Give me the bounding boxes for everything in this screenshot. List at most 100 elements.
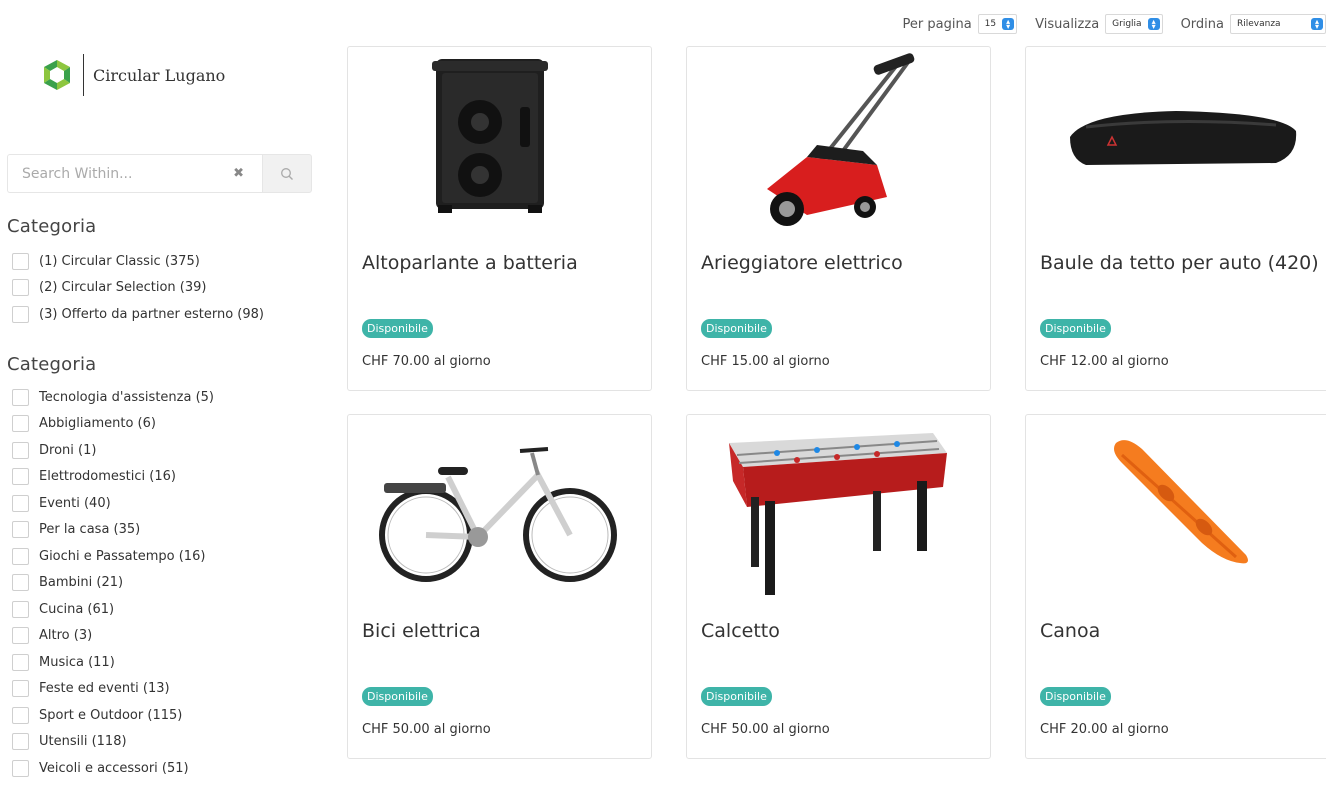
filter-option-label: Sport e Outdoor (115) [39, 707, 183, 723]
filter-option[interactable]: Abbigliamento (6) [12, 411, 214, 438]
product-card[interactable]: Altoparlante a batteria Disponibile CHF … [347, 46, 652, 391]
sort-select[interactable]: Rilevanza ▴ ▾ [1230, 14, 1326, 34]
filter-option[interactable]: Veicoli e accessori (51) [12, 755, 214, 782]
select-caret-icon: ▴ ▾ [1147, 18, 1160, 31]
product-title[interactable]: Baule da tetto per auto (420) [1040, 252, 1319, 274]
search-button[interactable] [262, 154, 312, 193]
checkbox[interactable] [12, 468, 29, 486]
view-value: Griglia [1112, 19, 1142, 29]
product-title[interactable]: Canoa [1040, 620, 1100, 642]
search-within: Search Within... ✖ [7, 154, 312, 193]
checkbox[interactable] [12, 574, 29, 592]
clear-icon[interactable]: ✖ [233, 166, 244, 181]
per-page-select[interactable]: 15 ▴ ▾ [977, 14, 1018, 34]
filter-option[interactable]: Musica (11) [12, 649, 214, 676]
filter-option[interactable]: Giochi e Passatempo (16) [12, 543, 214, 570]
product-card[interactable]: Bici elettrica Disponibile CHF 50.00 al … [347, 414, 652, 759]
filter-option-label: Altro (3) [39, 628, 93, 644]
status-badge: Disponibile [701, 687, 772, 706]
filter-option[interactable]: Altro (3) [12, 623, 214, 650]
logo-divider [83, 54, 84, 96]
e-bike-image [379, 447, 617, 582]
product-price: CHF 15.00 al giorno [701, 354, 830, 369]
filter-heading: Categoria [7, 216, 97, 237]
per-page-label: Per pagina [902, 16, 972, 32]
checkbox[interactable] [12, 600, 29, 618]
status-badge: Disponibile [1040, 319, 1111, 338]
product-title[interactable]: Calcetto [701, 620, 780, 642]
filter-option[interactable]: Per la casa (35) [12, 517, 214, 544]
checkbox[interactable] [12, 547, 29, 565]
product-card[interactable]: Canoa Disponibile CHF 20.00 al giorno [1025, 414, 1326, 759]
status-badge: Disponibile [362, 687, 433, 706]
checkbox[interactable] [12, 706, 29, 724]
filter-heading: Categoria [7, 354, 97, 375]
checkbox[interactable] [12, 521, 29, 539]
sort-label: Ordina [1180, 16, 1224, 32]
filter-option[interactable]: Droni (1) [12, 437, 214, 464]
lawn-scarifier-image [767, 53, 915, 226]
filter-option-label: Droni (1) [39, 442, 97, 458]
checkbox[interactable] [12, 759, 29, 777]
filter-option[interactable]: (2) Circular Selection (39) [12, 275, 264, 302]
checkbox[interactable] [12, 441, 29, 459]
checkbox[interactable] [12, 627, 29, 645]
filter-option-label: Feste ed eventi (13) [39, 681, 170, 697]
filter-option[interactable]: Eventi (40) [12, 490, 214, 517]
brand-logo[interactable]: Circular Lugano [40, 54, 225, 96]
filter-option-label: Elettrodomestici (16) [39, 469, 176, 485]
per-page-value: 15 [984, 19, 997, 29]
view-select[interactable]: Griglia ▴ ▾ [1105, 14, 1163, 34]
filter-list: (1) Circular Classic (375) (2) Circular … [12, 248, 264, 328]
product-price: CHF 70.00 al giorno [362, 354, 491, 369]
checkbox[interactable] [12, 415, 29, 433]
checkbox[interactable] [12, 279, 29, 297]
filter-option-label: Giochi e Passatempo (16) [39, 548, 206, 564]
speaker-image [432, 59, 548, 213]
filter-option[interactable]: Cucina (61) [12, 596, 214, 623]
filter-option-label: Veicoli e accessori (51) [39, 760, 189, 776]
checkbox[interactable] [12, 494, 29, 512]
product-card[interactable]: Baule da tetto per auto (420) Disponibil… [1025, 46, 1326, 391]
filter-option-label: Abbigliamento (6) [39, 416, 156, 432]
select-caret-icon: ▴ ▾ [1311, 18, 1323, 31]
filter-option-label: Utensili (118) [39, 734, 127, 750]
checkbox[interactable] [12, 252, 29, 270]
filter-option-label: (1) Circular Classic (375) [39, 253, 200, 269]
checkbox[interactable] [12, 733, 29, 751]
status-badge: Disponibile [362, 319, 433, 338]
product-card[interactable]: Arieggiatore elettrico Disponibile CHF 1… [686, 46, 991, 391]
filter-option-label: Cucina (61) [39, 601, 115, 617]
checkbox[interactable] [12, 680, 29, 698]
product-price: CHF 20.00 al giorno [1040, 722, 1169, 737]
checkbox[interactable] [12, 388, 29, 406]
product-title[interactable]: Bici elettrica [362, 620, 481, 642]
filter-option[interactable]: (1) Circular Classic (375) [12, 248, 264, 275]
product-card[interactable]: Calcetto Disponibile CHF 50.00 al giorno [686, 414, 991, 759]
product-title[interactable]: Altoparlante a batteria [362, 252, 578, 274]
foosball-table-image [729, 433, 947, 595]
filter-option[interactable]: Feste ed eventi (13) [12, 676, 214, 703]
product-price: CHF 50.00 al giorno [701, 722, 830, 737]
filter-option[interactable]: Tecnologia d'assistenza (5) [12, 384, 214, 411]
filter-option-label: (3) Offerto da partner esterno (98) [39, 306, 264, 322]
brand-name: Circular Lugano [93, 65, 226, 85]
checkbox[interactable] [12, 305, 29, 323]
circular-logo-icon [44, 60, 70, 90]
filter-option[interactable]: Bambini (21) [12, 570, 214, 597]
canoe-image [1114, 440, 1248, 564]
filter-option[interactable]: (3) Offerto da partner esterno (98) [12, 301, 264, 328]
product-title[interactable]: Arieggiatore elettrico [701, 252, 903, 274]
filter-option-label: Musica (11) [39, 654, 115, 670]
search-input[interactable]: Search Within... ✖ [7, 154, 262, 193]
product-price: CHF 50.00 al giorno [362, 722, 491, 737]
filter-option[interactable]: Sport e Outdoor (115) [12, 702, 214, 729]
filter-option-label: Per la casa (35) [39, 522, 141, 538]
search-icon [281, 167, 293, 180]
filter-option[interactable]: Elettrodomestici (16) [12, 464, 214, 491]
checkbox[interactable] [12, 653, 29, 671]
view-label: Visualizza [1035, 16, 1100, 32]
roof-box-image [1070, 111, 1297, 165]
search-placeholder: Search Within... [22, 165, 133, 182]
filter-option[interactable]: Utensili (118) [12, 729, 214, 756]
